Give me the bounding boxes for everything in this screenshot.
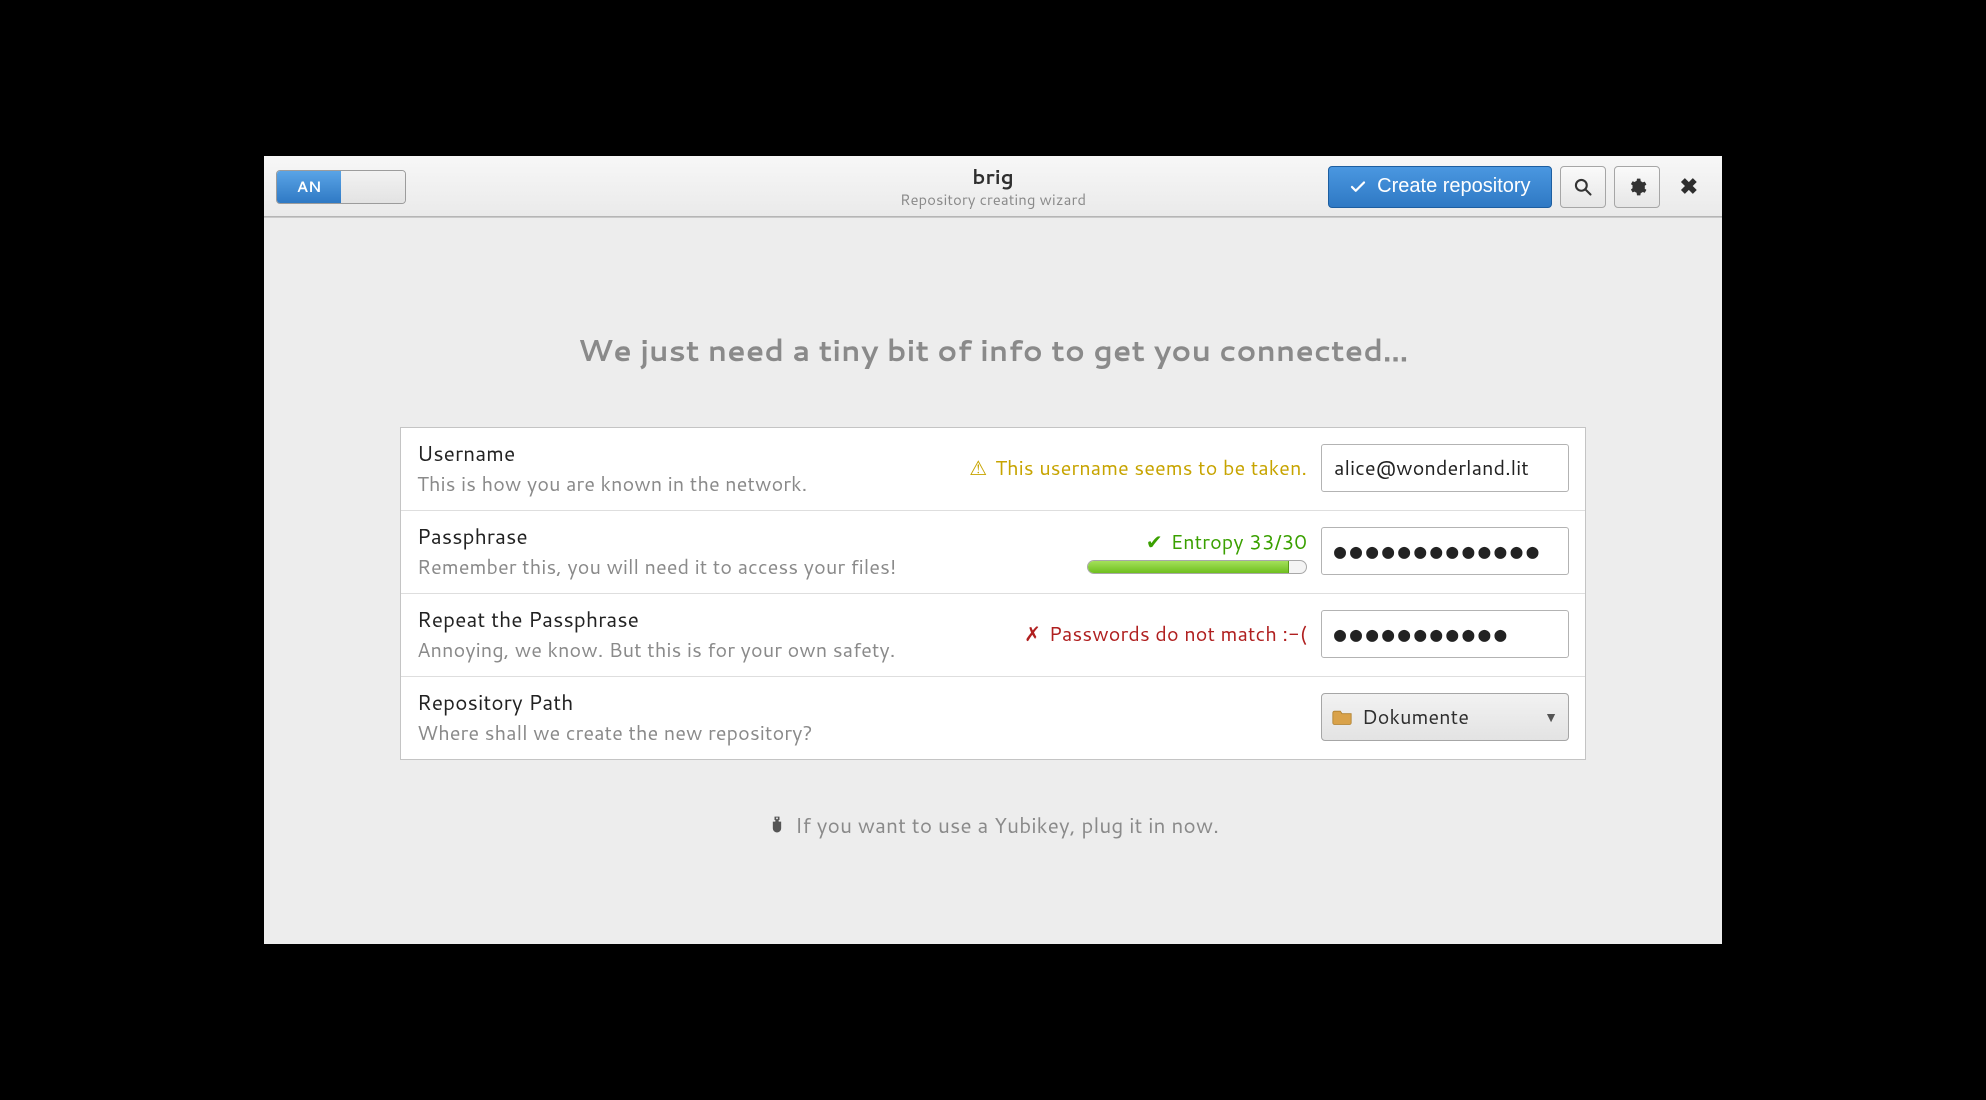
folder-icon — [1332, 708, 1352, 726]
row-repeat-passphrase: Repeat the Passphrase Annoying, we know.… — [401, 594, 1585, 677]
chevron-down-icon: ▼ — [1544, 707, 1558, 727]
search-icon — [1573, 177, 1593, 197]
row-repo-path: Repository Path Where shall we create th… — [401, 677, 1585, 759]
row-username: Username This is how you are known in th… — [401, 428, 1585, 511]
passphrase-status: Entropy 33/30 — [1171, 528, 1307, 556]
row-passphrase: Passphrase Remember this, you will need … — [401, 511, 1585, 594]
wizard-form: Username This is how you are known in th… — [400, 427, 1586, 760]
close-button[interactable]: ✖ — [1668, 166, 1710, 208]
entropy-progress — [1087, 560, 1307, 574]
passphrase-desc: Remember this, you will need it to acces… — [417, 553, 1087, 581]
close-icon: ✖ — [1680, 174, 1698, 200]
username-desc: This is how you are known in the network… — [417, 470, 969, 498]
settings-button[interactable] — [1614, 166, 1660, 208]
usb-plug-icon — [767, 814, 787, 836]
check-icon — [1349, 178, 1367, 196]
repo-path-label: Repository Path — [417, 687, 1307, 717]
language-switch-active[interactable]: AN — [277, 171, 341, 203]
username-label: Username — [417, 438, 969, 468]
repo-path-chooser[interactable]: Dokumente ▼ — [1321, 693, 1569, 741]
cross-icon: ✗ — [1024, 620, 1041, 648]
repeat-label: Repeat the Passphrase — [417, 604, 1024, 634]
language-switch[interactable]: AN — [276, 170, 406, 204]
wizard-window: AN brig Repository creating wizard Creat… — [263, 155, 1723, 945]
create-repository-button[interactable]: Create repository — [1328, 166, 1551, 208]
repeat-desc: Annoying, we know. But this is for your … — [417, 636, 1024, 664]
repo-path-desc: Where shall we create the new repository… — [417, 719, 1307, 747]
headline: We just need a tiny bit of info to get y… — [578, 328, 1408, 371]
repo-path-selected: Dokumente — [1362, 703, 1469, 731]
check-icon: ✔ — [1146, 528, 1163, 556]
search-button[interactable] — [1560, 166, 1606, 208]
create-repository-label: Create repository — [1377, 175, 1530, 198]
repeat-passphrase-input[interactable] — [1321, 610, 1569, 658]
yubikey-hint-text: If you want to use a Yubikey, plug it in… — [795, 810, 1219, 840]
username-status: This username seems to be taken. — [995, 454, 1307, 482]
wizard-content: We just need a tiny bit of info to get y… — [264, 218, 1722, 944]
repeat-status: Passwords do not match :-( — [1049, 620, 1307, 648]
passphrase-input[interactable] — [1321, 527, 1569, 575]
yubikey-hint: If you want to use a Yubikey, plug it in… — [767, 810, 1219, 840]
warning-icon: ⚠ — [969, 454, 987, 482]
entropy-progress-bar — [1088, 561, 1289, 573]
headerbar: AN brig Repository creating wizard Creat… — [264, 156, 1722, 218]
gear-icon — [1627, 177, 1647, 197]
username-input[interactable] — [1321, 444, 1569, 492]
language-switch-inactive[interactable] — [341, 171, 405, 203]
passphrase-label: Passphrase — [417, 521, 1087, 551]
